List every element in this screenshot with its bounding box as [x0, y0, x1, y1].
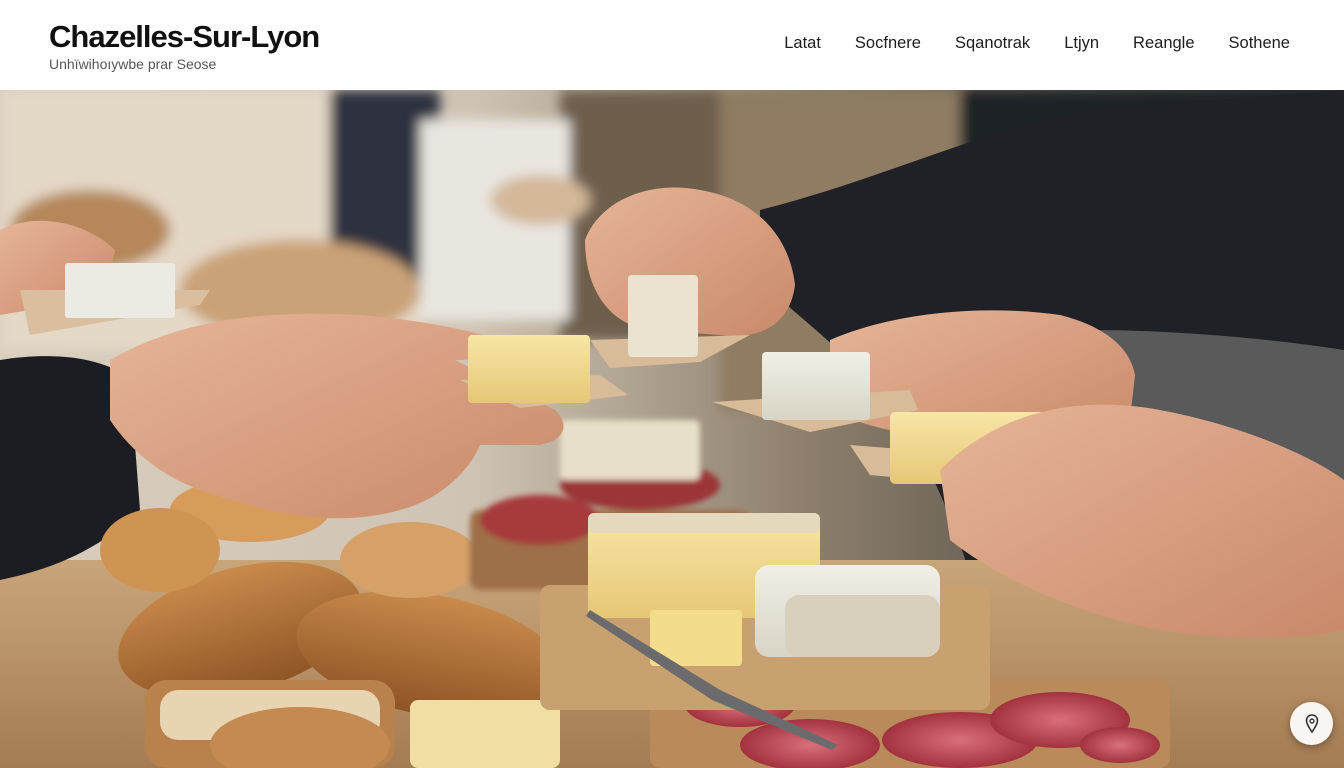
site-header: Chazelles-Sur-Lyon Unhïwihoıywbe prar Se…	[0, 0, 1344, 90]
site-tagline: Unhïwihoıywbe prar Seose	[49, 56, 217, 72]
nav-item-socfnere[interactable]: Socfnere	[855, 33, 921, 53]
nav-item-latat[interactable]: Latat	[784, 33, 821, 53]
brand[interactable]: Chazelles-Sur-Lyon Unhïwihoıywbe prar Se…	[49, 18, 320, 72]
nav-item-reangle[interactable]: Reangle	[1133, 33, 1194, 53]
main-nav: Latat Socfnere Sqanotrak Ltjyn Reangle S…	[784, 33, 1290, 53]
nav-item-sqanotrak[interactable]: Sqanotrak	[955, 33, 1030, 53]
location-pin-icon	[1305, 713, 1319, 734]
site-title[interactable]: Chazelles-Sur-Lyon	[49, 18, 320, 56]
nav-item-sothene[interactable]: Sothene	[1229, 33, 1290, 53]
nav-item-ltjyn[interactable]: Ltjyn	[1064, 33, 1099, 53]
hero-photo-illustration	[0, 90, 1344, 768]
hero-image	[0, 90, 1344, 768]
location-button[interactable]	[1290, 702, 1333, 745]
